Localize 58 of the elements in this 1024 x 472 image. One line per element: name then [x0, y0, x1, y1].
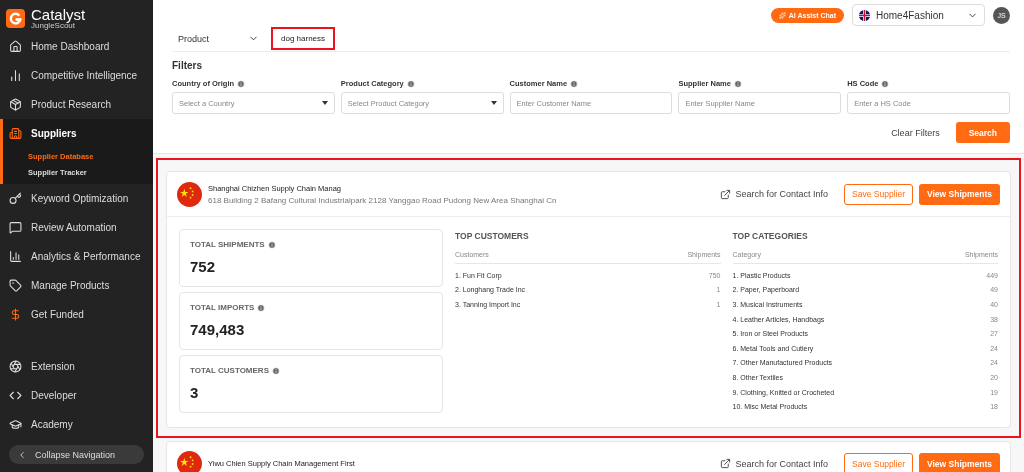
- logo-icon: [6, 8, 25, 28]
- contact-info-link[interactable]: Search for Contact Info: [714, 457, 835, 471]
- nav-icon: [9, 360, 22, 373]
- nav-icon: [9, 69, 22, 82]
- stat-value: 3: [190, 384, 200, 401]
- table-title: TOP CATEGORIES: [732, 231, 809, 241]
- caret-icon: [321, 101, 328, 105]
- info-icon: [733, 79, 742, 88]
- nav-icon: [9, 221, 22, 234]
- nav-icon: [9, 389, 22, 402]
- nav-item[interactable]: Get Funded: [0, 300, 153, 329]
- nav-item[interactable]: Home Dashboard: [0, 32, 153, 61]
- nav-icon: [9, 192, 22, 205]
- china-flag-icon: [177, 451, 202, 472]
- nav-item[interactable]: Analytics & Performance: [0, 242, 153, 271]
- collapse-navigation-button[interactable]: Collapse Navigation: [9, 445, 144, 464]
- supplier-address: 618 Building 2 Bafang Cultural Industrialpark 2128 Yanggao Road Pudong New Area Shanghai Cn: [208, 195, 558, 205]
- logo-name: Catalyst: [31, 6, 86, 22]
- chevron-left-icon: [17, 449, 27, 460]
- info-icon: [881, 79, 890, 88]
- store-select[interactable]: Home4Fashion: [852, 4, 985, 26]
- external-link-icon: [720, 458, 732, 470]
- stat-label: TOTAL IMPORTS: [190, 303, 255, 312]
- info-icon: [406, 79, 415, 88]
- caret-icon: [490, 101, 497, 105]
- nav-item[interactable]: Competitive Intelligence: [0, 61, 153, 90]
- china-flag-icon: [177, 181, 202, 207]
- stat-label: TOTAL SHIPMENTS: [190, 240, 265, 249]
- clear-filters-button[interactable]: Clear Filters: [885, 126, 946, 139]
- stat-label: TOTAL CUSTOMERS: [190, 366, 269, 375]
- external-link-icon: [720, 188, 732, 200]
- uk-flag-icon: [859, 9, 870, 21]
- nav-item[interactable]: Suppliers: [3, 119, 153, 148]
- nav-item[interactable]: Academy: [0, 410, 153, 439]
- nav-icon: [9, 98, 22, 111]
- nav-item[interactable]: Keyword Optimization: [0, 184, 153, 213]
- nav-item[interactable]: Manage Products: [0, 271, 153, 300]
- info-icon: [237, 79, 246, 88]
- nav-icon: [9, 418, 22, 431]
- info-icon: [267, 240, 276, 249]
- contact-info-link[interactable]: Search for Contact Info: [714, 187, 835, 201]
- nav-item[interactable]: Product Research: [0, 90, 153, 119]
- nav-icon: [9, 279, 22, 292]
- nav-icon: [9, 40, 22, 53]
- nav-item[interactable]: Developer: [0, 381, 153, 410]
- info-icon: [570, 79, 579, 88]
- stat-value: 752: [190, 258, 217, 275]
- search-field[interactable]: dog harness: [271, 27, 336, 50]
- nav-icon: [9, 250, 22, 263]
- nav-icon: [9, 308, 22, 321]
- nav-item[interactable]: Review Automation: [0, 213, 153, 242]
- table-title: TOP CUSTOMERS: [455, 231, 530, 241]
- stat-value: 749,483: [190, 321, 246, 338]
- info-icon: [271, 366, 280, 375]
- info-icon: [257, 303, 266, 312]
- filters-title: Filters: [172, 60, 203, 71]
- nav-item[interactable]: Extension: [0, 352, 153, 381]
- nav-icon: [9, 127, 22, 140]
